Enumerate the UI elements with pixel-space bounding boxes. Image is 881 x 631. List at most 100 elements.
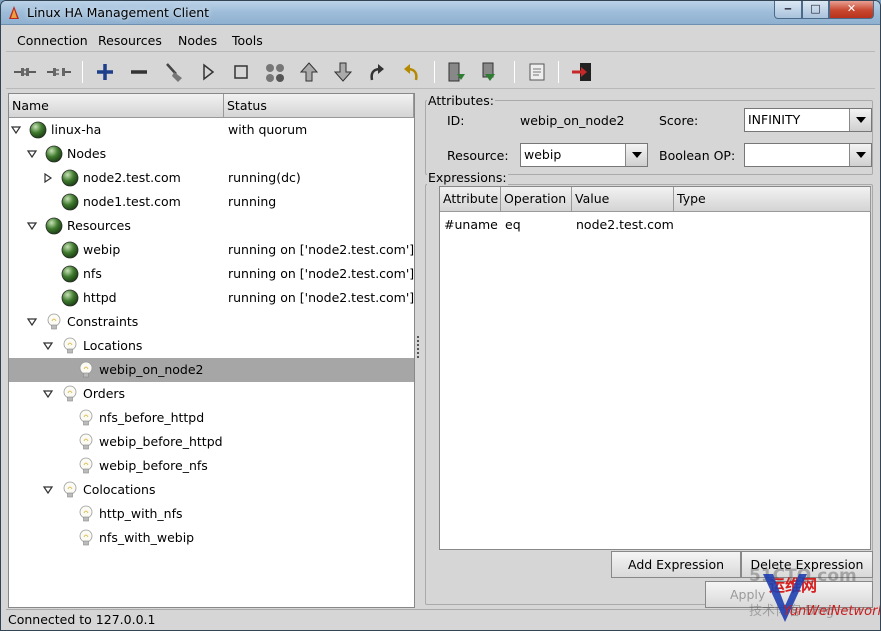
chevron-down-icon[interactable] bbox=[625, 144, 647, 166]
menu-resources[interactable]: Resources bbox=[98, 33, 162, 48]
tree-item-httpd[interactable]: httpd running on ['node2.test.com'] bbox=[9, 286, 414, 310]
column-header-status[interactable]: Status bbox=[224, 94, 414, 118]
tree-item-label: Locations bbox=[83, 338, 143, 353]
running-node-icon bbox=[61, 193, 79, 211]
tree-item-linux-ha[interactable]: linux-ha with quorum bbox=[9, 118, 414, 142]
id-label: ID: bbox=[447, 113, 465, 128]
attributes-title: Attributes: bbox=[427, 93, 495, 108]
lightbulb-icon bbox=[79, 433, 93, 450]
tree-item-constraints[interactable]: Constraints bbox=[9, 310, 414, 334]
lightbulb-icon bbox=[47, 313, 61, 330]
tree-item-nfs-with-webip[interactable]: nfs_with_webip bbox=[9, 526, 414, 550]
expression-value[interactable]: node2.test.com bbox=[576, 217, 674, 232]
expander-down-icon[interactable] bbox=[43, 389, 53, 399]
expander-down-icon[interactable] bbox=[27, 317, 37, 327]
column-header-value[interactable]: Value bbox=[572, 187, 674, 212]
toolbar-separator bbox=[434, 61, 435, 83]
tree-item-node2-test-com[interactable]: node2.test.com running(dc) bbox=[9, 166, 414, 190]
expander-down-icon[interactable] bbox=[11, 125, 21, 135]
expander-down-icon[interactable] bbox=[43, 341, 53, 351]
view-icon[interactable] bbox=[524, 60, 550, 84]
tree-item-locations[interactable]: Locations bbox=[9, 334, 414, 358]
migrate-icon[interactable] bbox=[262, 60, 288, 84]
boolean-op-combo[interactable] bbox=[744, 143, 872, 167]
lightbulb-icon bbox=[79, 505, 93, 522]
tree-item-nodes[interactable]: Nodes bbox=[9, 142, 414, 166]
menu-tools[interactable]: Tools bbox=[232, 33, 263, 48]
expander-down-icon[interactable] bbox=[27, 221, 37, 231]
tree-item-label: nfs_with_webip bbox=[99, 530, 195, 545]
lightbulb-icon bbox=[63, 481, 77, 498]
maximize-button[interactable]: □ bbox=[802, 1, 829, 19]
tree-item-webip-before-nfs[interactable]: webip_before_nfs bbox=[9, 454, 414, 478]
tree-item-node1-test-com[interactable]: node1.test.com running bbox=[9, 190, 414, 214]
up-icon[interactable] bbox=[296, 60, 322, 84]
lightbulb-icon bbox=[63, 385, 77, 402]
close-button[interactable]: ✕ bbox=[829, 1, 874, 19]
tree-item-orders[interactable]: Orders bbox=[9, 382, 414, 406]
expander-down-icon[interactable] bbox=[43, 485, 53, 495]
connect-icon[interactable] bbox=[12, 60, 38, 84]
boolean-op-label: Boolean OP: bbox=[659, 148, 736, 163]
tree-item-resources[interactable]: Resources bbox=[9, 214, 414, 238]
tree-item-nfs[interactable]: nfs running on ['node2.test.com'] bbox=[9, 262, 414, 286]
menu-connection[interactable]: Connection bbox=[17, 33, 88, 48]
toolbar-separator bbox=[514, 61, 515, 83]
heartbeat-app-icon bbox=[9, 6, 19, 19]
expander-down-icon[interactable] bbox=[27, 149, 37, 159]
tree-item-webip-before-httpd[interactable]: webip_before_httpd bbox=[9, 430, 414, 454]
tree-item-label: Orders bbox=[83, 386, 126, 401]
resource-label: Resource: bbox=[447, 148, 509, 163]
add-icon[interactable] bbox=[92, 60, 118, 84]
tree-item-label: webip bbox=[83, 242, 121, 257]
tree-item-label: nfs_before_httpd bbox=[99, 410, 205, 425]
running-node-icon bbox=[61, 241, 79, 259]
start-icon[interactable] bbox=[195, 60, 221, 84]
resource-combo[interactable]: webip bbox=[520, 143, 648, 167]
pane-splitter[interactable] bbox=[415, 93, 423, 608]
standby-icon[interactable] bbox=[443, 60, 469, 84]
stop-icon[interactable] bbox=[228, 60, 254, 84]
title-bar[interactable]: Linux HA Management Client ‒ □ ✕ bbox=[1, 1, 880, 25]
active-icon[interactable] bbox=[477, 60, 503, 84]
lightbulb-icon bbox=[63, 337, 77, 354]
tree-item-status: with quorum bbox=[228, 122, 308, 137]
resource-value: webip bbox=[524, 147, 562, 162]
cleanup-icon[interactable] bbox=[161, 60, 187, 84]
tree-item-label: webip_before_httpd bbox=[99, 434, 223, 449]
undo-icon[interactable] bbox=[398, 60, 424, 84]
column-header-name[interactable]: Name bbox=[9, 94, 224, 118]
id-value: webip_on_node2 bbox=[520, 113, 625, 128]
disconnect-icon[interactable] bbox=[46, 60, 72, 84]
column-header-operation[interactable]: Operation bbox=[501, 187, 572, 212]
tree-item-label: node2.test.com bbox=[83, 170, 181, 185]
tree-item-colocations[interactable]: Colocations bbox=[9, 478, 414, 502]
tree-item-webip[interactable]: webip running on ['node2.test.com'] bbox=[9, 238, 414, 262]
tree-item-status: running bbox=[228, 194, 277, 209]
column-header-attribute[interactable]: Attribute bbox=[440, 187, 501, 212]
tree-item-label: Resources bbox=[67, 218, 131, 233]
chevron-down-icon[interactable] bbox=[849, 109, 871, 131]
remove-icon[interactable] bbox=[126, 60, 152, 84]
menu-nodes[interactable]: Nodes bbox=[178, 33, 217, 48]
score-combo[interactable]: INFINITY bbox=[744, 108, 872, 132]
down-icon[interactable] bbox=[330, 60, 356, 84]
tree-item-http-with-nfs[interactable]: http_with_nfs bbox=[9, 502, 414, 526]
expander-right-icon[interactable] bbox=[43, 173, 53, 183]
column-header-type[interactable]: Type bbox=[674, 187, 871, 212]
expression-operation[interactable]: eq bbox=[505, 217, 521, 232]
chevron-down-icon[interactable] bbox=[849, 144, 871, 166]
minimize-button[interactable]: ‒ bbox=[774, 1, 802, 19]
tree-item-status: running on ['node2.test.com'] bbox=[228, 242, 415, 257]
tree-item-nfs-before-httpd[interactable]: nfs_before_httpd bbox=[9, 406, 414, 430]
add-expression-button[interactable]: Add Expression bbox=[611, 551, 741, 578]
score-value: INFINITY bbox=[748, 112, 801, 127]
watermark-line4: YunWeiNetwork bbox=[783, 604, 881, 619]
tree-item-label: Colocations bbox=[83, 482, 156, 497]
redo-icon[interactable] bbox=[364, 60, 390, 84]
expression-attribute[interactable]: #uname bbox=[444, 217, 498, 232]
tree-item-webip-on-node2[interactable]: webip_on_node2 bbox=[9, 358, 414, 382]
tree-item-status: running(dc) bbox=[228, 170, 301, 185]
exit-icon[interactable] bbox=[569, 60, 595, 84]
status-bar: Connected to 127.0.0.1 bbox=[6, 609, 875, 629]
